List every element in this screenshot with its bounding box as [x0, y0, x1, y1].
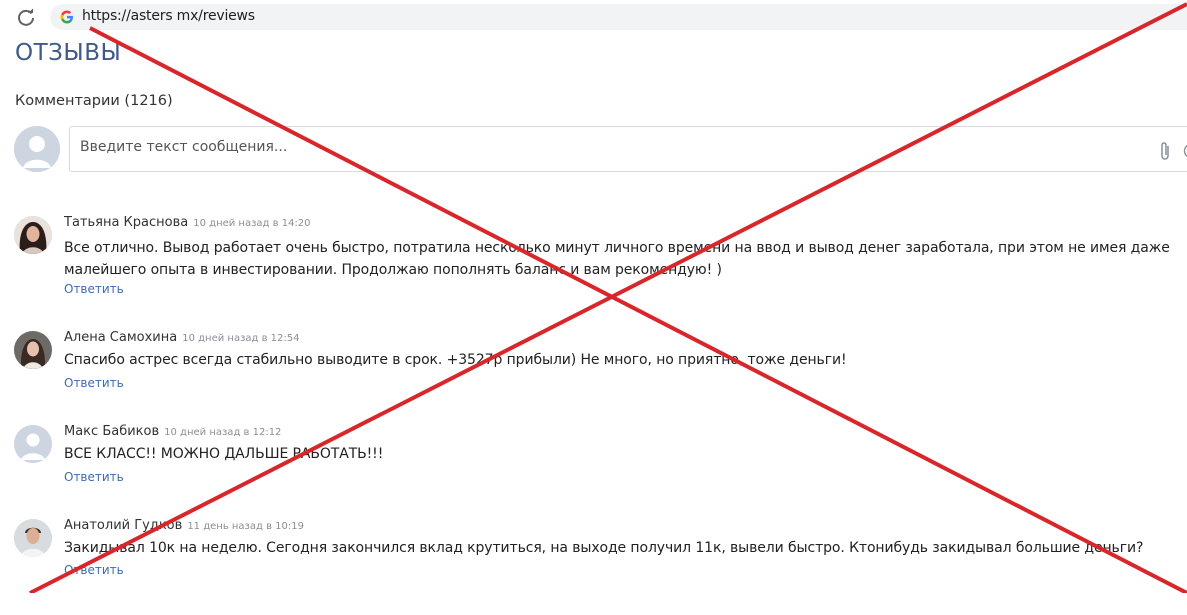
avatar — [14, 425, 52, 463]
comment-text: Все отлично. Вывод работает очень быстро… — [64, 237, 1179, 281]
comment-date: 10 дней назад в 14:20 — [193, 218, 310, 229]
avatar-placeholder-icon — [14, 425, 52, 463]
comment-author: Анатолий Гудков 11 день назад в 10:19 — [64, 518, 304, 533]
comment-text: Спасибо астрес всегда стабильно выводите… — [64, 349, 1179, 371]
emoji-icon[interactable] — [1183, 143, 1187, 159]
comment-author-name: Алена Самохина — [64, 330, 177, 345]
comment-text: Закидывал 10к на неделю. Сегодня закончи… — [64, 537, 1179, 559]
avatar — [14, 126, 60, 172]
message-box[interactable] — [69, 126, 1187, 172]
comment-author: Макс Бабиков 10 дней назад в 12:12 — [64, 424, 281, 439]
address-bar[interactable]: https://asters mx/reviews — [50, 4, 1187, 30]
avatar — [14, 331, 52, 369]
url-text[interactable]: https://asters mx/reviews — [82, 8, 255, 24]
comment-item: Алена Самохина10 дней назад в 12:54 Спас… — [0, 337, 1187, 427]
reply-link[interactable]: Ответить — [64, 376, 124, 390]
comment-author-name: Татьяна Краснова — [64, 215, 188, 230]
comments-count: Комментарии (1216) — [15, 93, 173, 109]
avatar — [14, 216, 52, 254]
reload-icon[interactable] — [16, 7, 36, 27]
page-title: ОТЗЫВЫ — [15, 40, 121, 66]
message-input[interactable] — [80, 139, 1080, 155]
comment-date: 11 день назад в 10:19 — [187, 521, 304, 532]
avatar-placeholder-icon — [14, 126, 60, 172]
reply-link[interactable]: Ответить — [64, 563, 124, 577]
user-photo-icon — [14, 216, 52, 254]
comment-author-name: Макс Бабиков — [64, 424, 159, 439]
browser-toolbar: https://asters mx/reviews — [0, 0, 1187, 34]
comment-date: 10 дней назад в 12:12 — [164, 427, 281, 438]
paperclip-icon[interactable] — [1158, 140, 1172, 162]
google-icon — [60, 10, 74, 24]
comment-item: Макс Бабиков10 дней назад в 12:12 ВСЕ КЛ… — [0, 431, 1187, 521]
comment-item: Анатолий Гудков11 день назад в 10:19 Зак… — [0, 525, 1187, 615]
comment-text: ВСЕ КЛАСС!! МОЖНО ДАЛЬШЕ РАБОТАТЬ!!! — [64, 443, 1179, 465]
user-photo-icon — [14, 331, 52, 369]
reply-link[interactable]: Ответить — [64, 470, 124, 484]
comment-item: Татьяна Краснова10 дней назад в 14:20 Вс… — [0, 222, 1187, 312]
reply-link[interactable]: Ответить — [64, 282, 124, 296]
comment-author-name: Анатолий Гудков — [64, 518, 182, 533]
user-photo-icon — [14, 519, 52, 557]
comment-author: Алена Самохина 10 дней назад в 12:54 — [64, 330, 300, 345]
avatar — [14, 519, 52, 557]
comment-date: 10 дней назад в 12:54 — [182, 333, 299, 344]
comment-author: Татьяна Краснова 10 дней назад в 14:20 — [64, 215, 311, 230]
